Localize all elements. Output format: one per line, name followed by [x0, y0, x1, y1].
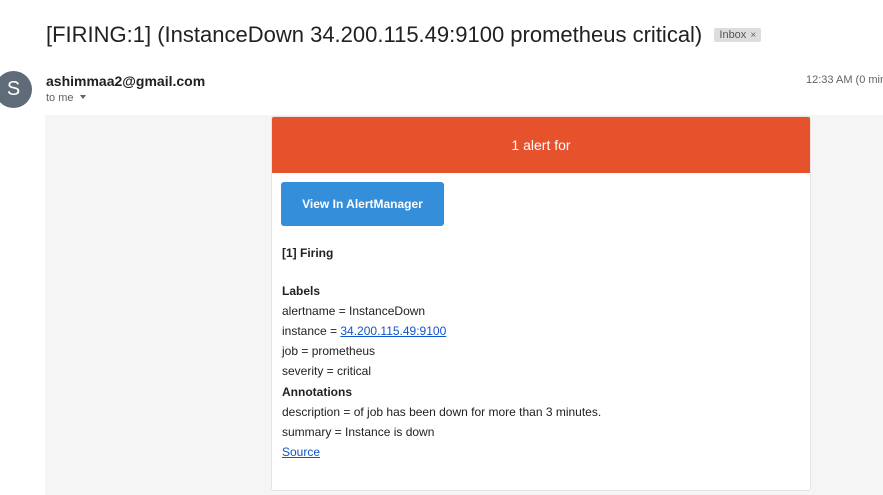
- firing-heading: [1] Firing: [282, 246, 334, 260]
- email-timestamp: 12:33 AM (0 min: [806, 74, 883, 86]
- inbox-label-text: Inbox: [719, 29, 747, 41]
- alert-banner: 1 alert for: [272, 117, 810, 173]
- annotation-summary: summary = Instance is down: [282, 425, 435, 439]
- sender-avatar[interactable]: S: [0, 71, 32, 108]
- labels-heading: Labels: [282, 284, 321, 298]
- subject-text: [FIRING:1] (InstanceDown 34.200.115.49:9…: [46, 22, 703, 47]
- inbox-label-chip[interactable]: Inbox ×: [714, 28, 762, 42]
- view-in-alertmanager-button[interactable]: View In AlertManager: [281, 182, 444, 226]
- sender-email[interactable]: ashimmaa2@gmail.com: [46, 73, 205, 89]
- annotation-description: description = of job has been down for m…: [282, 405, 602, 419]
- remove-label-icon[interactable]: ×: [750, 30, 756, 41]
- recipient-text: to me: [46, 92, 74, 104]
- annotations-heading: Annotations: [282, 385, 352, 399]
- label-job: job = prometheus: [282, 344, 376, 358]
- source-link[interactable]: Source: [282, 445, 320, 459]
- instance-label-prefix: instance =: [282, 324, 341, 338]
- chevron-down-icon: [79, 95, 86, 99]
- label-instance: instance = 34.200.115.49:9100: [282, 324, 446, 338]
- label-alertname: alertname = InstanceDown: [282, 304, 426, 318]
- alert-email-card: 1 alert for View In AlertManager [1] Fir…: [271, 116, 811, 491]
- label-severity: severity = critical: [282, 364, 372, 378]
- email-subject: [FIRING:1] (InstanceDown 34.200.115.49:9…: [46, 22, 762, 48]
- instance-link[interactable]: 34.200.115.49:9100: [340, 324, 446, 338]
- recipient-details-toggle[interactable]: to me: [46, 92, 86, 104]
- source-link-row: Source: [282, 445, 320, 459]
